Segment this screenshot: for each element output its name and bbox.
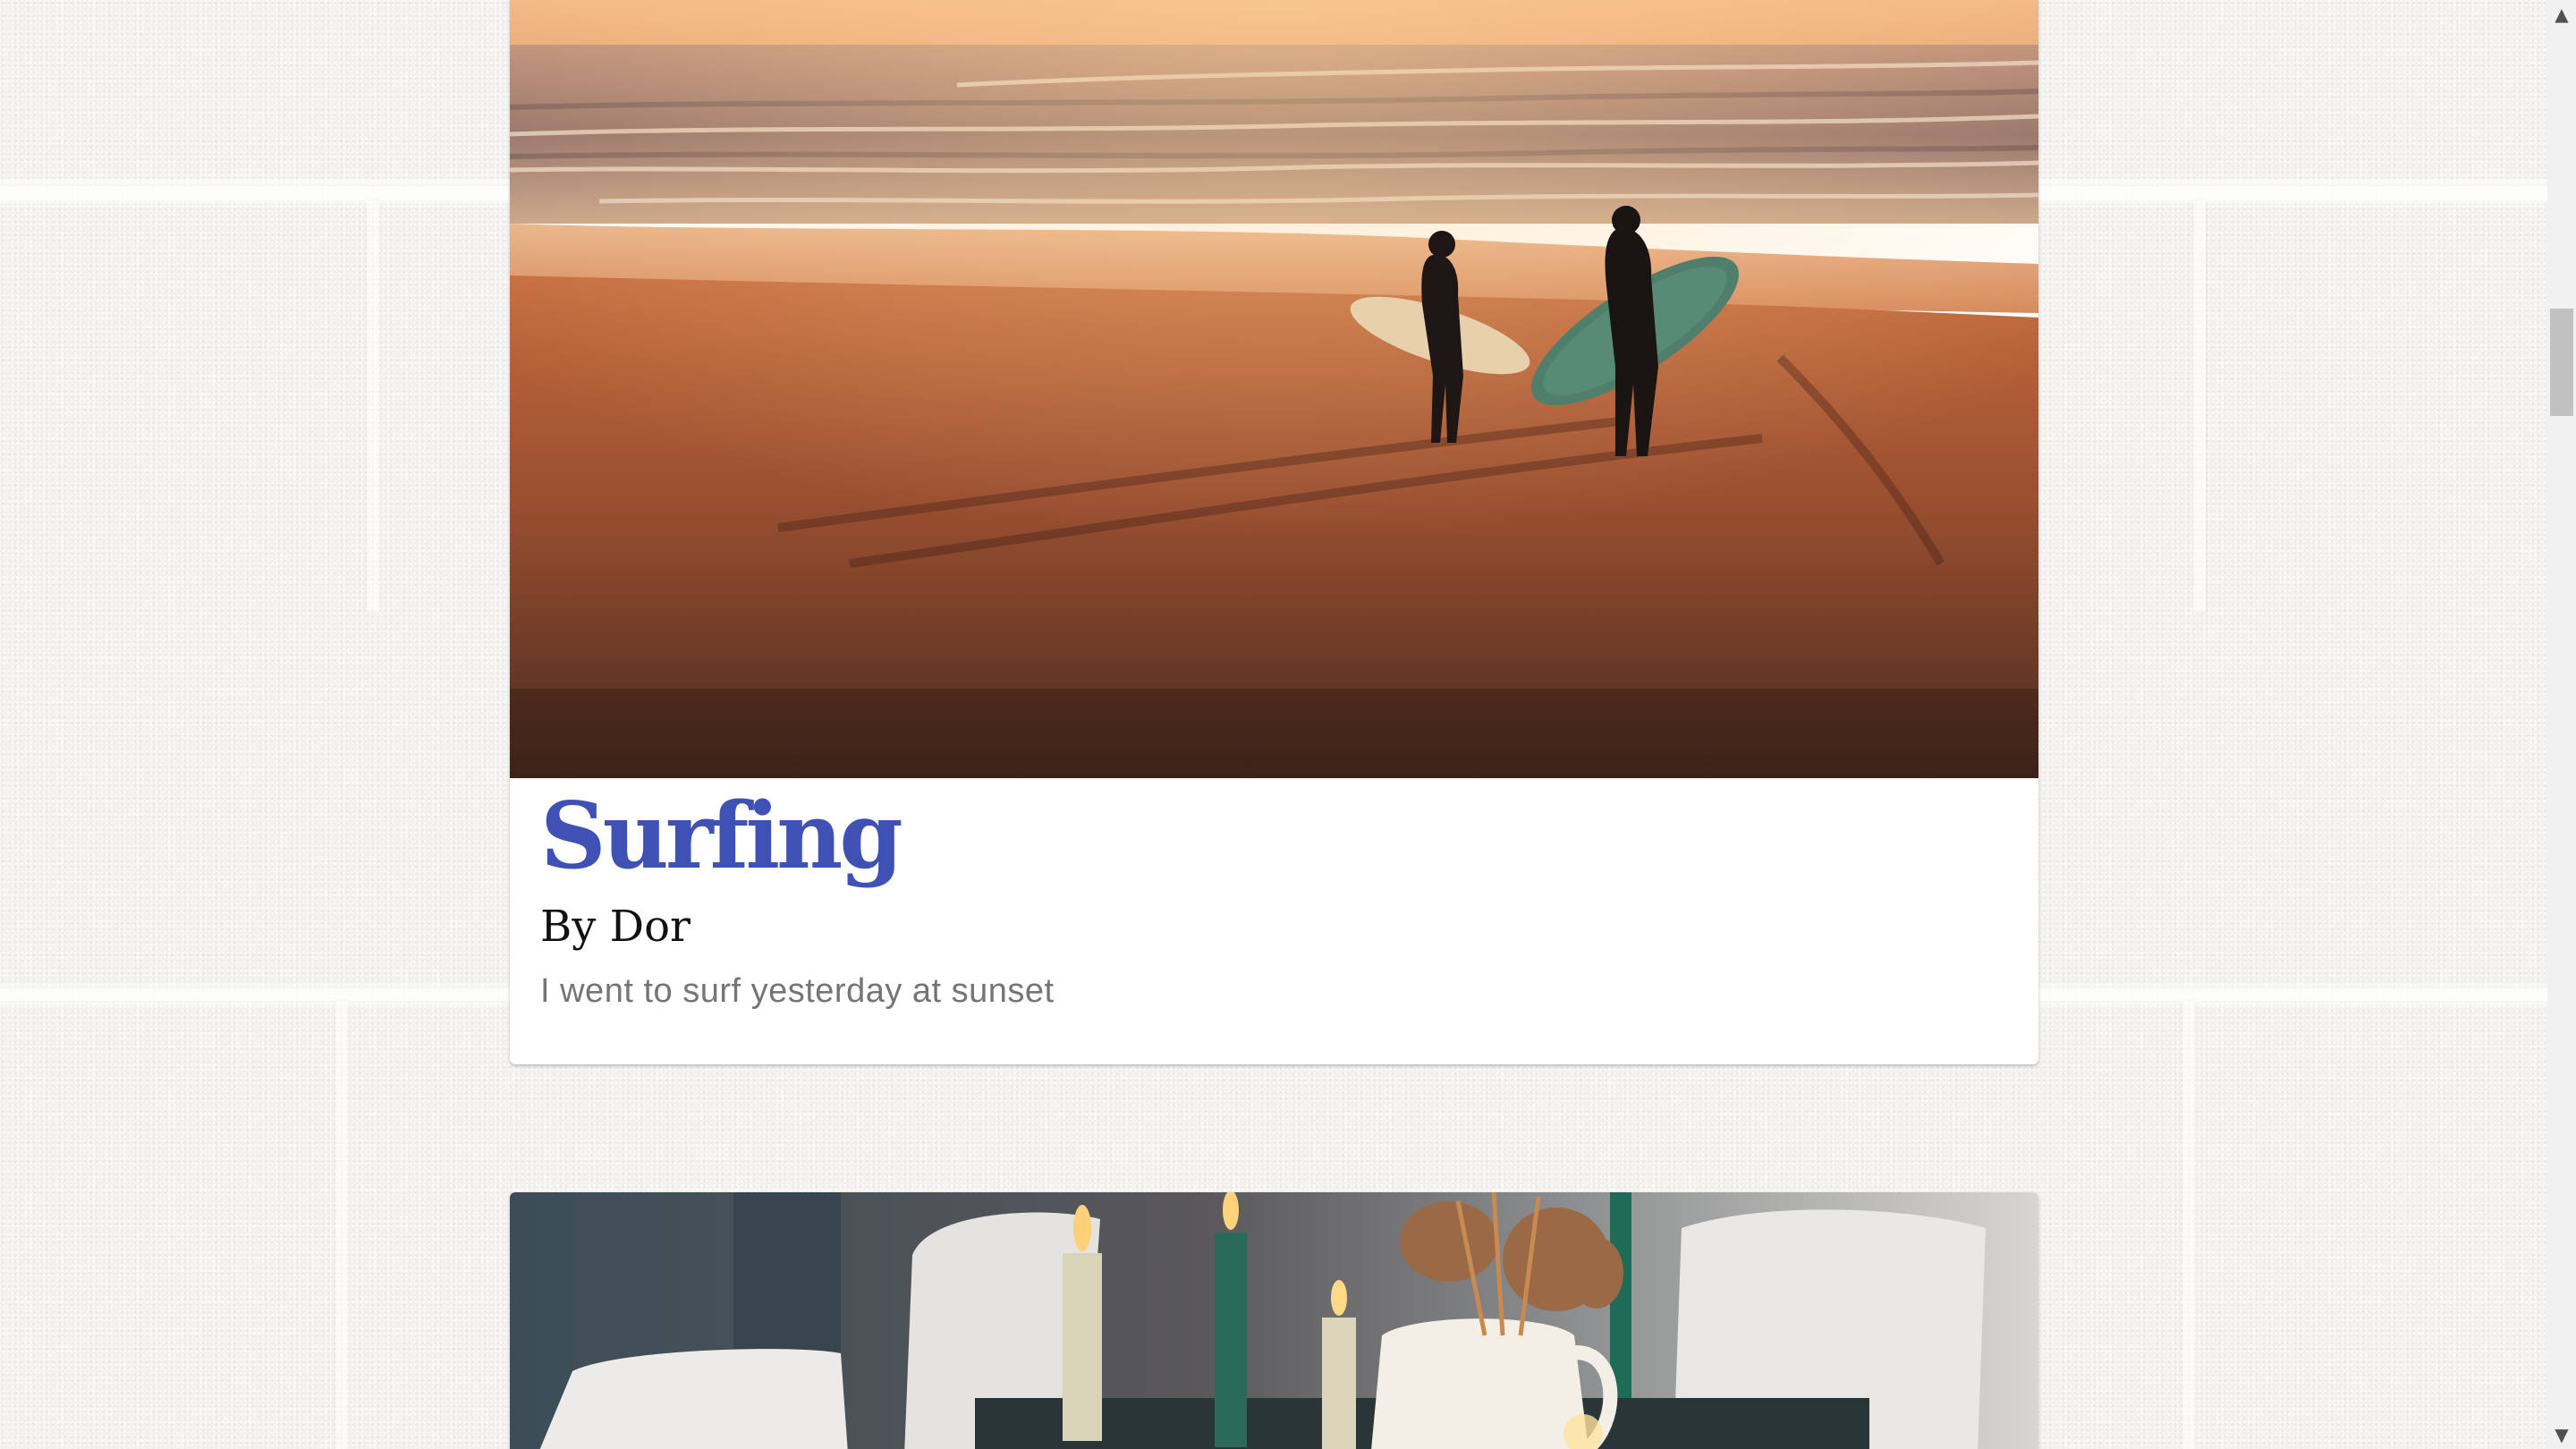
beach-sunset-surfers-photo bbox=[510, 0, 2038, 778]
post-content: Surfing By Dor I went to surf yesterday … bbox=[540, 778, 2008, 1016]
scroll-thumb[interactable] bbox=[2550, 309, 2573, 416]
post-text: I went to surf yesterday at sunset bbox=[540, 972, 1055, 1010]
post-author: By Dor bbox=[540, 902, 691, 952]
candlelit-table-photo bbox=[510, 1192, 2038, 1449]
page-scrollbar[interactable]: ▲ ▼ bbox=[2547, 0, 2576, 1449]
post-title[interactable]: Surfing bbox=[540, 778, 2008, 894]
scroll-up-icon[interactable]: ▲ bbox=[2547, 0, 2576, 29]
scroll-down-icon[interactable]: ▼ bbox=[2547, 1420, 2576, 1449]
wall-seam bbox=[2182, 1001, 2195, 1449]
post-card[interactable]: Surfing By Dor I went to surf yesterday … bbox=[510, 0, 2038, 1064]
wall-seam bbox=[335, 1001, 348, 1449]
wall-seam bbox=[367, 200, 379, 612]
post-card[interactable] bbox=[510, 1192, 2038, 1449]
wall-seam bbox=[2193, 200, 2206, 612]
